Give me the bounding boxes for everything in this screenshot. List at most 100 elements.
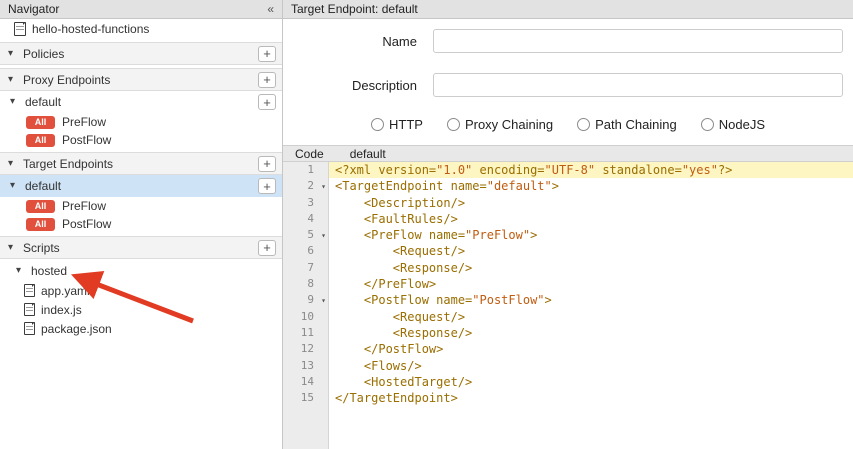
nav-file-index-js[interactable]: index.js (0, 300, 282, 319)
disclosure-triangle-icon[interactable]: ▾ (10, 97, 20, 107)
disclosure-triangle-icon[interactable]: ▾ (10, 181, 20, 191)
navigator-panel: Navigator « hello-hosted-functions ▾Polic… (0, 0, 283, 449)
nav-bundle-hello-hosted-functions[interactable]: hello-hosted-functions (0, 19, 282, 39)
code-line[interactable]: <Request/> (329, 243, 853, 259)
nav-label: app.yaml (41, 284, 90, 298)
nav-flow-postflow[interactable]: All PostFlow (0, 131, 282, 149)
code-editor: 12▾345▾6789▾101112131415 <?xml version="… (283, 162, 853, 449)
file-icon (14, 22, 26, 36)
nav-file-package-json[interactable]: package.json (0, 319, 282, 338)
code-gutter: 12▾345▾6789▾101112131415 (283, 162, 329, 449)
line-number: 8 (283, 276, 328, 292)
protocol-radio-group: HTTP Proxy Chaining Path Chaining NodeJS (283, 117, 853, 132)
code-line[interactable]: <HostedTarget/> (329, 374, 853, 390)
code-line[interactable]: </PreFlow> (329, 276, 853, 292)
nav-label: hosted (31, 264, 67, 278)
detail-panel: Target Endpoint: default Name Descriptio… (283, 0, 853, 449)
nav-folder-hosted[interactable]: ▾ hosted (0, 261, 282, 281)
condition-badge: All (26, 134, 55, 147)
nav-label: PostFlow (62, 133, 111, 147)
fold-arrow-icon[interactable]: ▾ (321, 179, 326, 195)
condition-badge: All (26, 116, 55, 129)
collapse-navigator-icon[interactable]: « (267, 2, 274, 16)
add-button[interactable]: + (258, 94, 276, 110)
add-button[interactable]: + (258, 46, 276, 62)
radio-path-chaining[interactable]: Path Chaining (577, 117, 677, 132)
radio-label: Proxy Chaining (465, 117, 553, 132)
nav-section-target-endpoints[interactable]: ▾ Target Endpoints + (0, 152, 282, 175)
nav-flow-postflow[interactable]: AllPostFlow (0, 215, 282, 233)
app-root: Navigator « hello-hosted-functions ▾Polic… (0, 0, 853, 449)
disclosure-triangle-icon[interactable]: ▾ (8, 243, 18, 253)
radio-circle-icon[interactable] (371, 118, 384, 131)
fold-arrow-icon[interactable]: ▾ (321, 228, 326, 244)
radio-label: HTTP (389, 117, 423, 132)
name-input[interactable] (433, 29, 843, 53)
disclosure-triangle-icon[interactable]: ▾ (16, 266, 26, 276)
disclosure-triangle-icon[interactable]: ▾ (8, 49, 18, 59)
nav-section-scripts[interactable]: ▾Scripts+ (0, 236, 282, 259)
radio-http[interactable]: HTTP (371, 117, 423, 132)
description-input[interactable] (433, 73, 843, 97)
radio-circle-icon[interactable] (701, 118, 714, 131)
navigator-rows: hello-hosted-functions ▾Policies+ ▾Proxy E… (0, 19, 282, 338)
add-button[interactable]: + (258, 156, 276, 172)
code-line[interactable]: <PostFlow name="PostFlow"> (329, 292, 853, 308)
radio-proxy-chaining[interactable]: Proxy Chaining (447, 117, 553, 132)
nav-section-proxy-endpoints[interactable]: ▾Proxy Endpoints+ (0, 68, 282, 91)
nav-label: index.js (41, 303, 82, 317)
code-line[interactable]: <Flows/> (329, 358, 853, 374)
code-lines[interactable]: <?xml version="1.0" encoding="UTF-8" sta… (329, 162, 853, 449)
navigator-title: Navigator (8, 2, 59, 16)
nav-endpoint-default[interactable]: ▾default+ (0, 91, 282, 113)
nav-label: PreFlow (62, 115, 106, 129)
radio-label: NodeJS (719, 117, 765, 132)
nav-endpoint-default[interactable]: ▾default+ (0, 175, 282, 197)
nav-flow-preflow[interactable]: AllPreFlow (0, 197, 282, 215)
line-number: 11 (283, 325, 328, 341)
nav-label: package.json (41, 322, 112, 336)
line-number: 4 (283, 211, 328, 227)
line-number: 15 (283, 390, 328, 406)
radio-label: Path Chaining (595, 117, 677, 132)
fold-arrow-icon[interactable]: ▾ (321, 293, 326, 309)
file-icon (24, 303, 35, 316)
line-number: 13 (283, 358, 328, 374)
code-line[interactable]: <FaultRules/> (329, 211, 853, 227)
add-button[interactable]: + (258, 72, 276, 88)
nav-label: Target Endpoints (23, 157, 113, 171)
code-line[interactable]: <?xml version="1.0" encoding="UTF-8" sta… (329, 162, 853, 178)
code-line[interactable]: <Response/> (329, 260, 853, 276)
code-line[interactable]: <Description/> (329, 195, 853, 211)
radio-nodejs[interactable]: NodeJS (701, 117, 765, 132)
line-number: 10 (283, 309, 328, 325)
radio-circle-icon[interactable] (447, 118, 460, 131)
add-button[interactable]: + (258, 240, 276, 256)
code-line[interactable]: </PostFlow> (329, 341, 853, 357)
nav-file-app-yaml[interactable]: app.yaml (0, 281, 282, 300)
line-number: 5▾ (283, 227, 328, 243)
code-line[interactable]: <Request/> (329, 309, 853, 325)
disclosure-triangle-icon[interactable]: ▾ (8, 159, 18, 169)
endpoint-form: Name Description HTTP Proxy Chaining Path … (283, 19, 853, 145)
file-icon (24, 284, 35, 297)
line-number: 3 (283, 195, 328, 211)
detail-header: Target Endpoint: default (283, 0, 853, 19)
code-line[interactable]: </TargetEndpoint> (329, 390, 853, 406)
code-line[interactable]: <PreFlow name="PreFlow"> (329, 227, 853, 243)
line-number: 2▾ (283, 178, 328, 194)
condition-badge: All (26, 218, 55, 231)
nav-section-policies[interactable]: ▾Policies+ (0, 42, 282, 65)
code-tab-label[interactable]: Code (295, 147, 324, 161)
description-row: Description (283, 73, 853, 97)
add-button[interactable]: + (258, 178, 276, 194)
radio-circle-icon[interactable] (577, 118, 590, 131)
file-icon (24, 322, 35, 335)
disclosure-triangle-icon[interactable]: ▾ (8, 75, 18, 85)
condition-badge: All (26, 200, 55, 213)
code-line[interactable]: <Response/> (329, 325, 853, 341)
line-number: 14 (283, 374, 328, 390)
nav-flow-preflow[interactable]: All PreFlow (0, 113, 282, 131)
name-label: Name (283, 34, 433, 49)
code-line[interactable]: <TargetEndpoint name="default"> (329, 178, 853, 194)
